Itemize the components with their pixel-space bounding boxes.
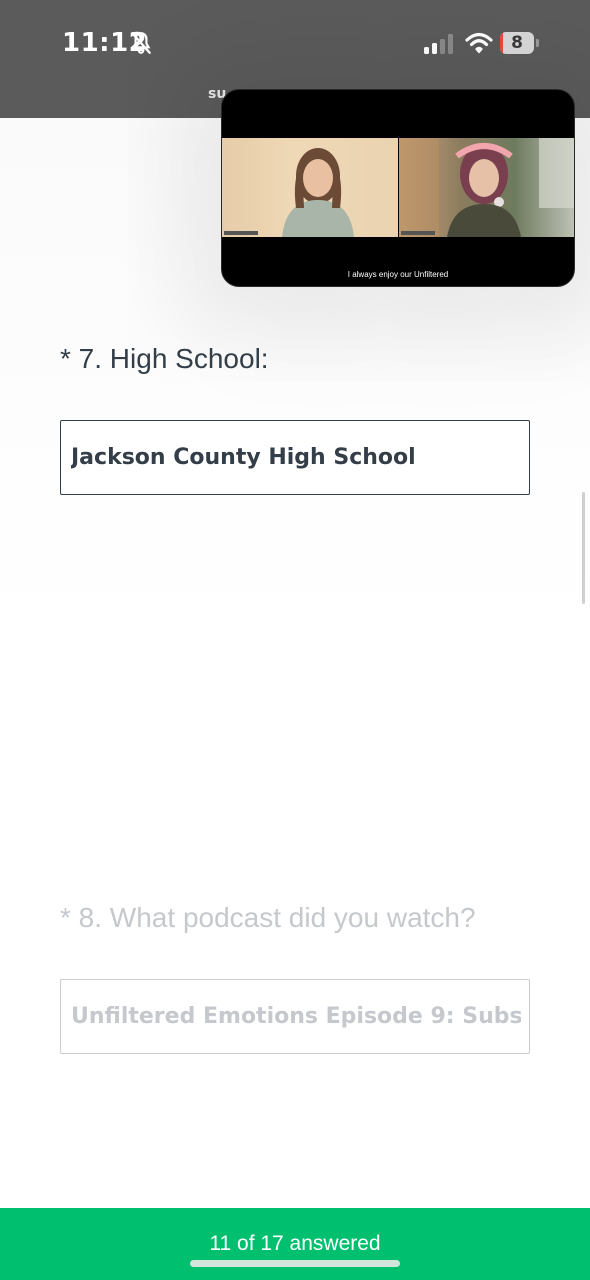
question-8-answer-field[interactable] bbox=[60, 979, 530, 1054]
cellular-signal-icon bbox=[424, 34, 453, 54]
scrollbar-thumb[interactable] bbox=[582, 492, 585, 604]
participant-right-figure bbox=[399, 138, 574, 237]
question-7-answer-field[interactable] bbox=[60, 420, 530, 495]
battery-level: 8 bbox=[511, 33, 523, 53]
question-8-label: * 8. What podcast did you watch? bbox=[60, 902, 476, 933]
participant-name-tag bbox=[401, 231, 435, 235]
video-caption: I always enjoy our Unfiltered bbox=[347, 270, 449, 279]
participant-name-tag bbox=[224, 231, 258, 235]
battery-cap bbox=[536, 39, 539, 47]
wifi-icon bbox=[465, 32, 493, 54]
question-7-label: * 7. High School: bbox=[60, 343, 269, 374]
progress-footer: 11 of 17 answered bbox=[0, 1208, 590, 1280]
bell-slash-icon bbox=[131, 32, 151, 54]
progress-text: 11 of 17 answered bbox=[209, 1232, 381, 1255]
participant-video-right bbox=[399, 138, 574, 237]
question-8-input[interactable] bbox=[71, 980, 521, 1052]
participant-video-left bbox=[222, 138, 398, 237]
video-call-pip[interactable]: I always enjoy our Unfiltered bbox=[221, 89, 575, 287]
question-7-input[interactable] bbox=[71, 421, 521, 493]
home-indicator[interactable] bbox=[190, 1260, 400, 1267]
participant-left-figure bbox=[282, 148, 354, 237]
battery-icon: 8 bbox=[500, 32, 534, 54]
